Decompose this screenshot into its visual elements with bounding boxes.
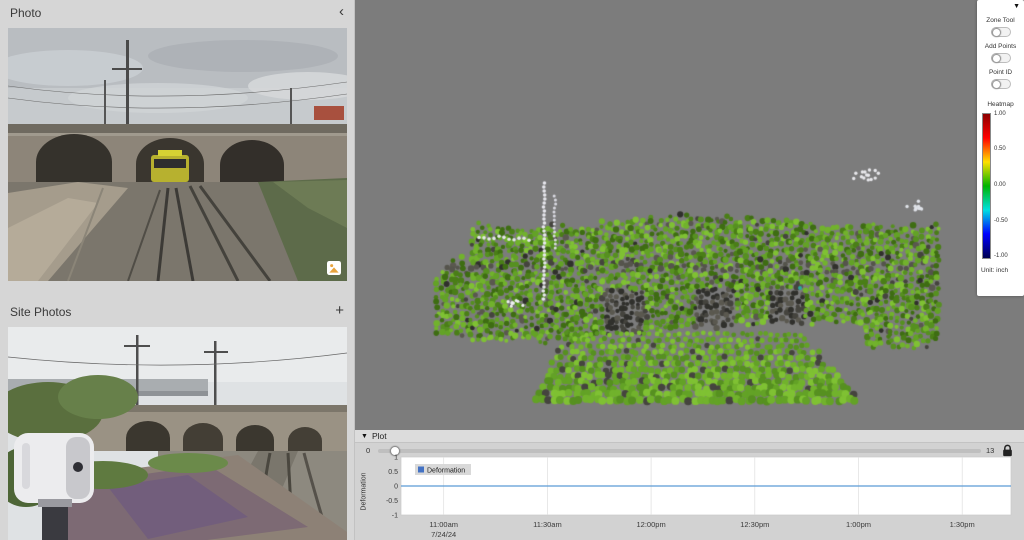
legend-label: Deformation bbox=[427, 468, 465, 475]
site-photo[interactable] bbox=[8, 327, 347, 540]
add-site-photo-icon[interactable]: + bbox=[335, 302, 344, 320]
plot-collapse-icon[interactable]: ▼ bbox=[361, 433, 368, 440]
point-id-label: Point ID bbox=[977, 69, 1024, 76]
tools-panel-collapse-icon[interactable]: ▼ bbox=[977, 2, 1024, 11]
heatmap-legend: 1.00 0.50 0.00 -0.50 -1.00 bbox=[977, 113, 1024, 261]
heatmap-gradient-bar bbox=[982, 113, 991, 259]
zone-tool-toggle[interactable] bbox=[991, 27, 1011, 37]
chart-y-tick-label: -1 bbox=[392, 513, 398, 520]
photo-panel-header: Photo ‹ bbox=[0, 0, 354, 26]
point-id-toggle[interactable] bbox=[991, 79, 1011, 89]
main-photo[interactable] bbox=[8, 28, 347, 281]
chart-x-tick-label: 11:00am bbox=[429, 520, 458, 529]
chart-y-tick-label: 1 bbox=[394, 455, 398, 462]
plot-panel-header: ▼ Plot bbox=[355, 430, 1024, 443]
chart-x-tick-label: 12:00pm bbox=[637, 520, 666, 529]
zone-tool-label: Zone Tool bbox=[977, 17, 1024, 24]
collapse-sidebar-icon[interactable]: ‹ bbox=[339, 3, 344, 21]
chart-x-tick-label: 1:30pm bbox=[950, 520, 975, 529]
point-id-toggle-knob bbox=[992, 80, 1001, 89]
site-photos-panel-title: Site Photos bbox=[10, 305, 71, 319]
zone-tool-toggle-knob bbox=[992, 28, 1001, 37]
chart-x-tick-label: 12:30pm bbox=[740, 520, 769, 529]
heatmap-unit-label: Unit: inch bbox=[977, 267, 1024, 274]
add-points-toggle-knob bbox=[992, 54, 1001, 63]
app-window: Photo ‹ bbox=[0, 0, 1024, 540]
time-slider[interactable] bbox=[378, 449, 981, 453]
main-photo-image bbox=[8, 28, 347, 281]
chart-x-tick-label: 1:00pm bbox=[846, 520, 871, 529]
heatmap-title: Heatmap bbox=[977, 101, 1024, 108]
point-cloud-canvas[interactable] bbox=[355, 0, 1024, 430]
site-photos-panel-header: Site Photos + bbox=[0, 299, 354, 325]
heatmap-tick: 0.00 bbox=[994, 182, 1006, 188]
heatmap-tick: 1.00 bbox=[994, 111, 1006, 117]
sidebar: Photo ‹ bbox=[0, 0, 355, 540]
viewport-tools-panel: ▼ Zone Tool Add Points Point ID Heatmap … bbox=[977, 0, 1024, 296]
add-points-label: Add Points bbox=[977, 43, 1024, 50]
site-photo-image bbox=[8, 327, 347, 540]
deformation-chart: 11:00am 11:30am 12:00pm 12:30pm 1:00pm 1:30pm… bbox=[363, 454, 1019, 540]
plot-panel: ▼ Plot 0 13 Deformation 11:00am11:30am12… bbox=[355, 430, 1024, 540]
point-cloud-viewport[interactable]: ▼ Zone Tool Add Points Point ID Heatmap … bbox=[355, 0, 1024, 430]
image-badge-icon[interactable] bbox=[327, 261, 341, 275]
plot-panel-title: Plot bbox=[372, 431, 387, 441]
chart-date-label: 7/24/24 bbox=[431, 530, 456, 539]
chart-x-tick-label: 11:30am bbox=[533, 520, 562, 529]
chart-y-tick-label: 0.5 bbox=[388, 469, 398, 476]
add-points-toggle[interactable] bbox=[991, 53, 1011, 63]
chart-y-tick-label: 0 bbox=[394, 484, 398, 491]
chart-y-tick-label: -0.5 bbox=[386, 498, 398, 505]
heatmap-tick: -1.00 bbox=[994, 253, 1008, 259]
heatmap-tick: -0.50 bbox=[994, 218, 1008, 224]
legend-swatch bbox=[418, 467, 424, 473]
photo-panel-title: Photo bbox=[10, 6, 41, 20]
heatmap-tick: 0.50 bbox=[994, 146, 1006, 152]
